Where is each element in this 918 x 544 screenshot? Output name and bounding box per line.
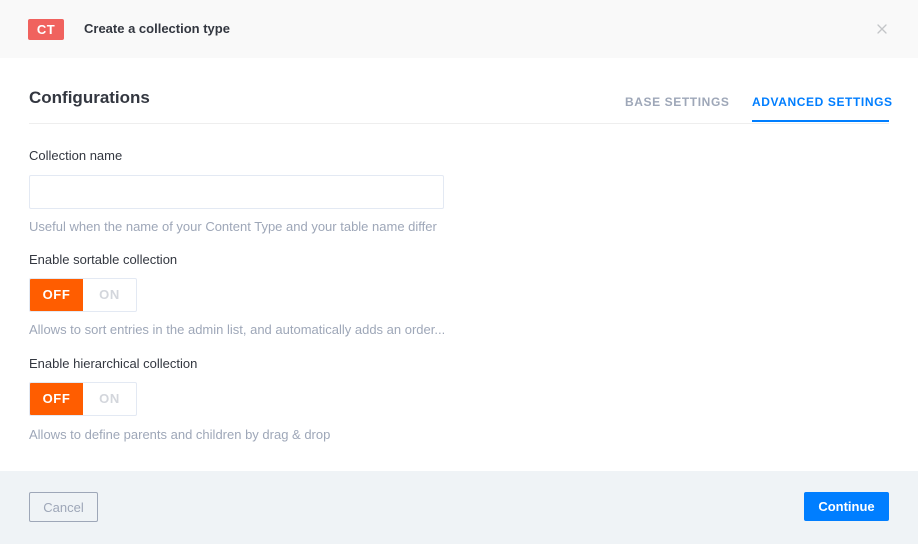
tab-base-settings[interactable]: BASE SETTINGS: [625, 95, 729, 109]
cancel-button[interactable]: Cancel: [29, 492, 98, 522]
sortable-hint: Allows to sort entries in the admin list…: [29, 322, 444, 337]
continue-button[interactable]: Continue: [804, 492, 889, 521]
modal-footer: [0, 471, 918, 544]
section-title: Configurations: [29, 88, 150, 107]
modal-title: Create a collection type: [84, 21, 230, 36]
sortable-on-option[interactable]: ON: [83, 279, 136, 311]
active-tab-indicator: [752, 120, 889, 122]
hierarchical-on-option[interactable]: ON: [83, 383, 136, 415]
hierarchical-label: Enable hierarchical collection: [29, 356, 198, 371]
close-icon[interactable]: [875, 22, 889, 36]
sortable-off-option[interactable]: OFF: [30, 279, 83, 311]
sortable-toggle: OFF ON: [29, 278, 137, 312]
collection-name-label: Collection name: [29, 148, 123, 163]
content-type-badge: CT: [28, 19, 64, 40]
hierarchical-hint: Allows to define parents and children by…: [29, 427, 331, 442]
divider: [29, 123, 889, 124]
collection-name-hint: Useful when the name of your Content Typ…: [29, 219, 437, 234]
hierarchical-toggle: OFF ON: [29, 382, 137, 416]
collection-name-input[interactable]: [29, 175, 444, 209]
hierarchical-off-option[interactable]: OFF: [30, 383, 83, 415]
tab-advanced-settings[interactable]: ADVANCED SETTINGS: [752, 95, 893, 109]
sortable-label: Enable sortable collection: [29, 252, 178, 267]
modal-header: CT Create a collection type: [0, 0, 918, 58]
